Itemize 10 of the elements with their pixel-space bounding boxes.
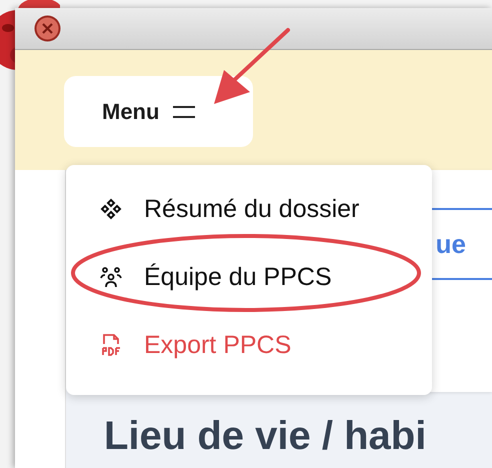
team-icon xyxy=(100,266,122,288)
diamonds-icon xyxy=(100,198,122,220)
page-heading: Lieu de vie / habi xyxy=(104,414,428,459)
menu-button[interactable]: Menu xyxy=(64,76,253,147)
menu-item[interactable]: Résumé du dossier xyxy=(66,175,432,243)
menu-icon xyxy=(173,104,196,118)
menu-item[interactable]: Export PPCS xyxy=(66,311,432,379)
menu-item[interactable]: Équipe du PPCS xyxy=(66,243,432,311)
close-icon[interactable] xyxy=(34,15,61,42)
pdf-file-icon xyxy=(100,334,122,356)
